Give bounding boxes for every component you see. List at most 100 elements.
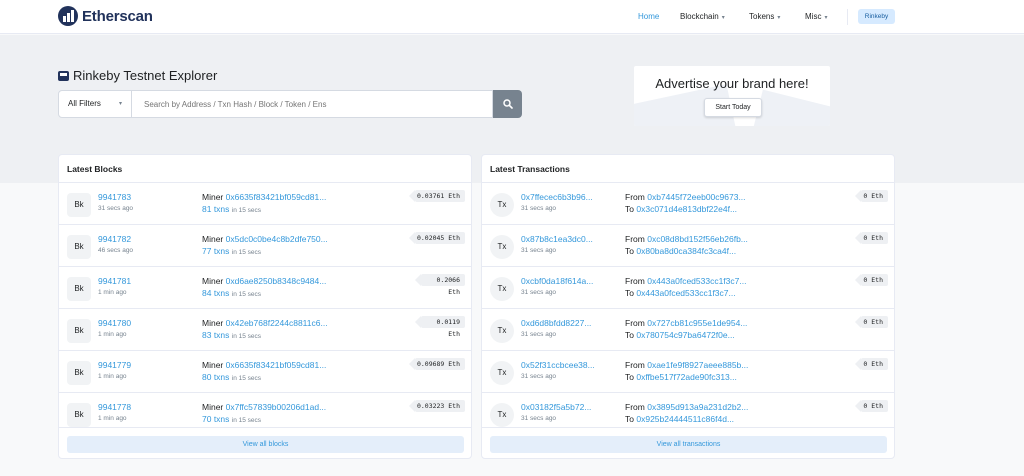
block-txns-link[interactable]: 81 txns (202, 204, 229, 214)
tx-from: From 0x3895d913a9a231d2b2... (625, 402, 748, 412)
explorer-icon (58, 70, 69, 81)
tx-from: From 0xae1fe9f8927aeee885b... (625, 360, 748, 370)
tx-to: To 0x780754c97ba6472f0e... (625, 330, 735, 340)
block-row: Bk 9941782 46 secs ago Miner 0x5dc0c0be4… (59, 225, 471, 267)
block-txns: 77 txns in 15 secs (202, 246, 261, 256)
from-address-link[interactable]: 0xb7445f72eeb00c9673... (647, 192, 745, 202)
miner-address-link[interactable]: 0x6635f83421bf059cd81... (226, 360, 327, 370)
etherscan-logo[interactable]: Etherscan (58, 6, 153, 26)
search-filter-select[interactable]: All Filters ▾ (58, 90, 132, 118)
block-txns-link[interactable]: 83 txns (202, 330, 229, 340)
block-row: Bk 9941779 1 min ago Miner 0x6635f83421b… (59, 351, 471, 393)
tx-badge: Tx (490, 277, 514, 301)
nav-tokens[interactable]: Tokens ▾ (749, 12, 780, 21)
to-address-link[interactable]: 0x780754c97ba6472f0e... (636, 330, 734, 340)
to-label: To (625, 330, 634, 340)
from-label: From (625, 402, 645, 412)
from-address-link[interactable]: 0x443a0fced533cc1f3c7... (647, 276, 746, 286)
tx-value: 0 Eth (855, 274, 888, 286)
miner-address-link[interactable]: 0x6635f83421bf059cd81... (226, 192, 327, 202)
tx-value: 0 Eth (855, 316, 888, 328)
nav-blockchain[interactable]: Blockchain ▾ (680, 12, 725, 21)
latest-transactions-list[interactable]: Tx 0x7ffecec6b3b96... 31 secs ago From 0… (482, 183, 894, 427)
ad-headline: Advertise your brand here! (655, 76, 809, 91)
tx-hash-link[interactable]: 0x03182f5a5b72... (521, 402, 591, 412)
chevron-down-icon: ▾ (777, 15, 781, 21)
block-miner: Miner 0x42eb768f2244c8811c6... (202, 318, 328, 328)
tx-hash-link[interactable]: 0x87b8c1ea3dc0... (521, 234, 593, 244)
tx-hash-link[interactable]: 0x52f31ccbcee38... (521, 360, 595, 370)
block-miner: Miner 0x6635f83421bf059cd81... (202, 192, 326, 202)
from-address-link[interactable]: 0x3895d913a9a231d2b2... (647, 402, 748, 412)
from-label: From (625, 192, 645, 202)
to-address-link[interactable]: 0x925b24444511c86f4d... (636, 414, 734, 424)
tx-to: To 0x80ba8d0ca384fc3ca4f... (625, 246, 736, 256)
transaction-row: Tx 0x7ffecec6b3b96... 31 secs ago From 0… (482, 183, 894, 225)
tx-badge: Tx (490, 361, 514, 385)
nav-misc[interactable]: Misc ▾ (805, 12, 827, 21)
miner-label: Miner (202, 276, 224, 286)
logo-text: Etherscan (82, 7, 153, 25)
block-txns-suffix: in 15 secs (231, 249, 262, 256)
miner-address-link[interactable]: 0x7ffc57839b00206d1ad... (226, 402, 327, 412)
tx-to: To 0x443a0fced533cc1f3c7... (625, 288, 736, 298)
to-address-link[interactable]: 0x3c071d4e813dbf22e4f... (636, 204, 737, 214)
block-number-link[interactable]: 9941781 (98, 276, 131, 286)
block-age: 1 min ago (98, 289, 127, 296)
tx-hash-link[interactable]: 0xd6d8bfdd8227... (521, 318, 591, 328)
view-all-blocks-button[interactable]: View all blocks (67, 436, 464, 453)
tx-age: 31 secs ago (521, 331, 557, 338)
latest-blocks-card: Latest Blocks Bk 9941783 31 secs ago Min… (58, 154, 472, 459)
to-address-link[interactable]: 0x80ba8d0ca384fc3ca4f... (636, 246, 736, 256)
view-all-transactions-button[interactable]: View all transactions (490, 436, 887, 453)
tx-age: 31 secs ago (521, 415, 557, 422)
block-number-link[interactable]: 9941783 (98, 192, 131, 202)
block-miner: Miner 0x7ffc57839b00206d1ad... (202, 402, 326, 412)
block-reward: 0.02045 Eth (409, 232, 465, 244)
tx-value: 0 Eth (855, 358, 888, 370)
chevron-down-icon: ▾ (118, 101, 122, 107)
from-label: From (625, 234, 645, 244)
chevron-down-icon: ▾ (824, 15, 828, 21)
block-number-link[interactable]: 9941778 (98, 402, 131, 412)
block-reward: 0.03761 Eth (409, 190, 465, 202)
block-number-link[interactable]: 9941779 (98, 360, 131, 370)
latest-blocks-list[interactable]: Bk 9941783 31 secs ago Miner 0x6635f8342… (59, 183, 471, 427)
tx-to: To 0x925b24444511c86f4d... (625, 414, 734, 424)
block-txns-link[interactable]: 77 txns (202, 246, 229, 256)
to-address-link[interactable]: 0x443a0fced533cc1f3c7... (636, 288, 735, 298)
tx-badge: Tx (490, 193, 514, 217)
page-title: Rinkeby Testnet Explorer (58, 68, 217, 83)
search-button[interactable] (493, 90, 522, 118)
block-row: Bk 9941778 1 min ago Miner 0x7ffc57839b0… (59, 393, 471, 427)
tx-hash-link[interactable]: 0x7ffecec6b3b96... (521, 192, 593, 202)
block-number-link[interactable]: 9941782 (98, 234, 131, 244)
latest-transactions-footer: View all transactions (482, 427, 894, 458)
search-input[interactable] (132, 90, 493, 118)
to-label: To (625, 372, 634, 382)
to-address-link[interactable]: 0xffbe517f72ade90fc313... (636, 372, 737, 382)
to-label: To (625, 204, 634, 214)
block-txns-link[interactable]: 80 txns (202, 372, 229, 382)
miner-address-link[interactable]: 0xd6ae8250b8348c9484... (226, 276, 327, 286)
search-bar: All Filters ▾ (58, 90, 522, 118)
tx-hash-link[interactable]: 0xcbf0da18f614a... (521, 276, 593, 286)
miner-address-link[interactable]: 0x5dc0c0be4c8b2dfe750... (226, 234, 328, 244)
from-label: From (625, 360, 645, 370)
block-txns-link[interactable]: 84 txns (202, 288, 229, 298)
block-txns-link[interactable]: 70 txns (202, 414, 229, 424)
network-badge[interactable]: Rinkeby (858, 9, 895, 24)
transaction-row: Tx 0x87b8c1ea3dc0... 31 secs ago From 0x… (482, 225, 894, 267)
nav-home[interactable]: Home (638, 12, 659, 21)
tx-badge: Tx (490, 403, 514, 427)
from-address-link[interactable]: 0xae1fe9f8927aeee885b... (647, 360, 748, 370)
start-today-button[interactable]: Start Today (704, 98, 762, 117)
block-number-link[interactable]: 9941780 (98, 318, 131, 328)
block-miner: Miner 0x5dc0c0be4c8b2dfe750... (202, 234, 328, 244)
ad-banner[interactable]: Advertise your brand here! Start Today (634, 66, 830, 126)
block-txns-suffix: in 15 secs (231, 333, 262, 340)
nav-misc-label: Misc (805, 12, 822, 21)
from-address-link[interactable]: 0xc08d8bd152f56eb26fb... (647, 234, 748, 244)
miner-address-link[interactable]: 0x42eb768f2244c8811c6... (226, 318, 328, 328)
from-address-link[interactable]: 0x727cb81c955e1de954... (647, 318, 747, 328)
